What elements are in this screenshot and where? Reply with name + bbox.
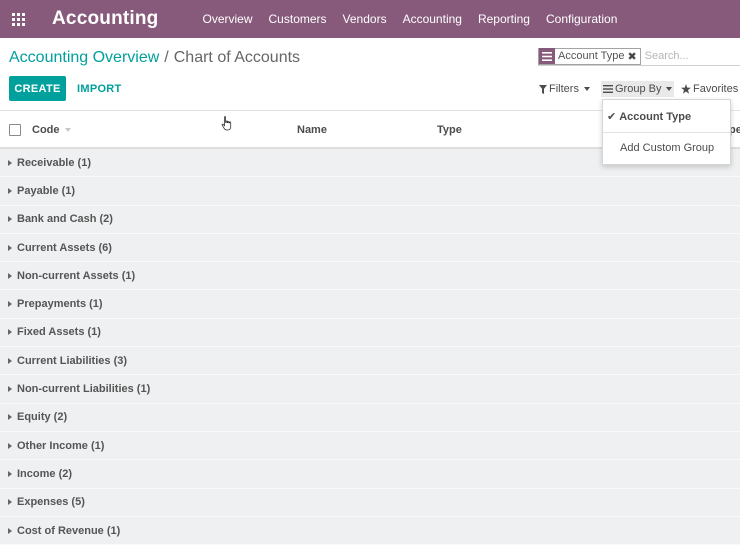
check-icon: ✔: [607, 111, 617, 123]
group-label: Bank and Cash (2): [17, 213, 113, 226]
group-by-label: Group By: [615, 83, 662, 95]
group-row[interactable]: Bank and Cash (2): [0, 205, 740, 234]
search-facet: Account Type ✖: [538, 47, 641, 65]
group-row[interactable]: Current Assets (6): [0, 233, 740, 263]
group-row[interactable]: Other Income (1): [0, 431, 740, 461]
dropdown-divider: [603, 132, 730, 133]
caret-right-icon: [8, 442, 12, 449]
star-icon: [681, 84, 691, 94]
filter-icon: [539, 84, 547, 94]
favorites-label: Favorites: [693, 83, 739, 95]
column-header-type[interactable]: Type: [437, 124, 462, 136]
caret-right-icon: [8, 499, 12, 506]
group-label: Fixed Assets (1): [17, 326, 101, 339]
select-all-checkbox[interactable]: [9, 124, 21, 136]
top-navbar: Accounting Overview Customers Vendors Ac…: [0, 0, 740, 38]
group-label: Income (2): [17, 467, 73, 480]
breadcrumb-parent-link[interactable]: Accounting Overview: [9, 49, 159, 66]
caret-right-icon: [8, 414, 12, 421]
search-input[interactable]: [644, 50, 735, 62]
caret-right-icon: [8, 301, 12, 308]
import-button[interactable]: IMPORT: [77, 76, 122, 101]
group-row[interactable]: Income (2): [0, 460, 740, 489]
create-button[interactable]: CREATE: [9, 76, 66, 101]
caret-right-icon: [8, 216, 12, 223]
group-label: Cost of Revenue (1): [17, 524, 121, 537]
caret-right-icon: [8, 244, 12, 251]
caret-right-icon: [8, 357, 12, 364]
group-label: Current Assets (6): [17, 241, 112, 254]
facet-value: Account Type: [558, 50, 625, 62]
caret-right-icon: [8, 329, 12, 336]
group-by-dropdown: ✔ Account Type Add Custom Group: [602, 99, 731, 165]
caret-right-icon: [8, 386, 12, 393]
group-label: Current Liabilities (3): [17, 354, 128, 367]
list-icon: [603, 85, 613, 93]
chevron-down-icon: [583, 87, 590, 91]
group-row[interactable]: Payable (1): [0, 177, 740, 206]
caret-right-icon: [8, 187, 12, 194]
group-label: Other Income (1): [17, 439, 105, 452]
menu-item-configuration[interactable]: Configuration: [546, 12, 617, 26]
column-header-name[interactable]: Name: [297, 124, 327, 136]
group-row[interactable]: Fixed Assets (1): [0, 318, 740, 348]
group-row[interactable]: Current Liabilities (3): [0, 347, 740, 376]
group-row[interactable]: Non-current Assets (1): [0, 262, 740, 291]
app-title[interactable]: Accounting: [52, 8, 159, 30]
main-menu: Overview Customers Vendors Accounting Re…: [203, 12, 634, 26]
chevron-down-icon: [666, 87, 673, 91]
group-row[interactable]: Expenses (5): [0, 488, 740, 517]
group-row[interactable]: Prepayments (1): [0, 290, 740, 319]
group-label: Payable (1): [17, 184, 76, 197]
group-list: Receivable (1) Payable (1) Bank and Cash…: [0, 149, 740, 546]
caret-right-icon: [8, 470, 12, 477]
group-by-list-icon: [539, 48, 555, 64]
caret-right-icon: [8, 527, 12, 534]
menu-item-overview[interactable]: Overview: [203, 12, 253, 26]
caret-right-icon: [8, 159, 12, 166]
menu-item-accounting[interactable]: Accounting: [403, 12, 462, 26]
favorites-toggle[interactable]: Favorites: [681, 82, 738, 96]
breadcrumb-separator: /: [164, 49, 169, 66]
group-row[interactable]: Non-current Liabilities (1): [0, 375, 740, 404]
column-header-code[interactable]: Code: [32, 124, 71, 136]
group-label: Equity (2): [17, 411, 68, 424]
search-bar: Account Type ✖: [538, 47, 740, 66]
close-icon[interactable]: ✖: [627, 50, 639, 63]
filters-label: Filters: [549, 83, 579, 95]
add-custom-group-item[interactable]: Add Custom Group: [620, 142, 740, 154]
group-by-option-account-type[interactable]: ✔ Account Type: [607, 110, 734, 123]
group-label: Non-current Liabilities (1): [17, 383, 151, 396]
caret-right-icon: [8, 272, 12, 279]
group-row[interactable]: Cost of Revenue (1): [0, 516, 740, 546]
breadcrumb: Accounting Overview / Chart of Accounts: [9, 49, 300, 67]
hand-cursor-icon: [221, 116, 233, 134]
menu-item-customers[interactable]: Customers: [269, 12, 327, 26]
filters-toggle[interactable]: Filters: [539, 82, 590, 96]
apps-grid-icon[interactable]: [0, 0, 36, 38]
menu-item-vendors[interactable]: Vendors: [343, 12, 387, 26]
group-row[interactable]: Equity (2): [0, 403, 740, 432]
group-by-toggle[interactable]: Group By: [601, 81, 675, 97]
sort-caret-icon: [64, 128, 71, 133]
group-label: Non-current Assets (1): [17, 269, 136, 282]
breadcrumb-current: Chart of Accounts: [173, 49, 301, 66]
menu-item-reporting[interactable]: Reporting: [478, 12, 530, 26]
group-label: Expenses (5): [17, 496, 85, 509]
group-label: Receivable (1): [17, 156, 91, 169]
group-label: Prepayments (1): [17, 298, 103, 311]
